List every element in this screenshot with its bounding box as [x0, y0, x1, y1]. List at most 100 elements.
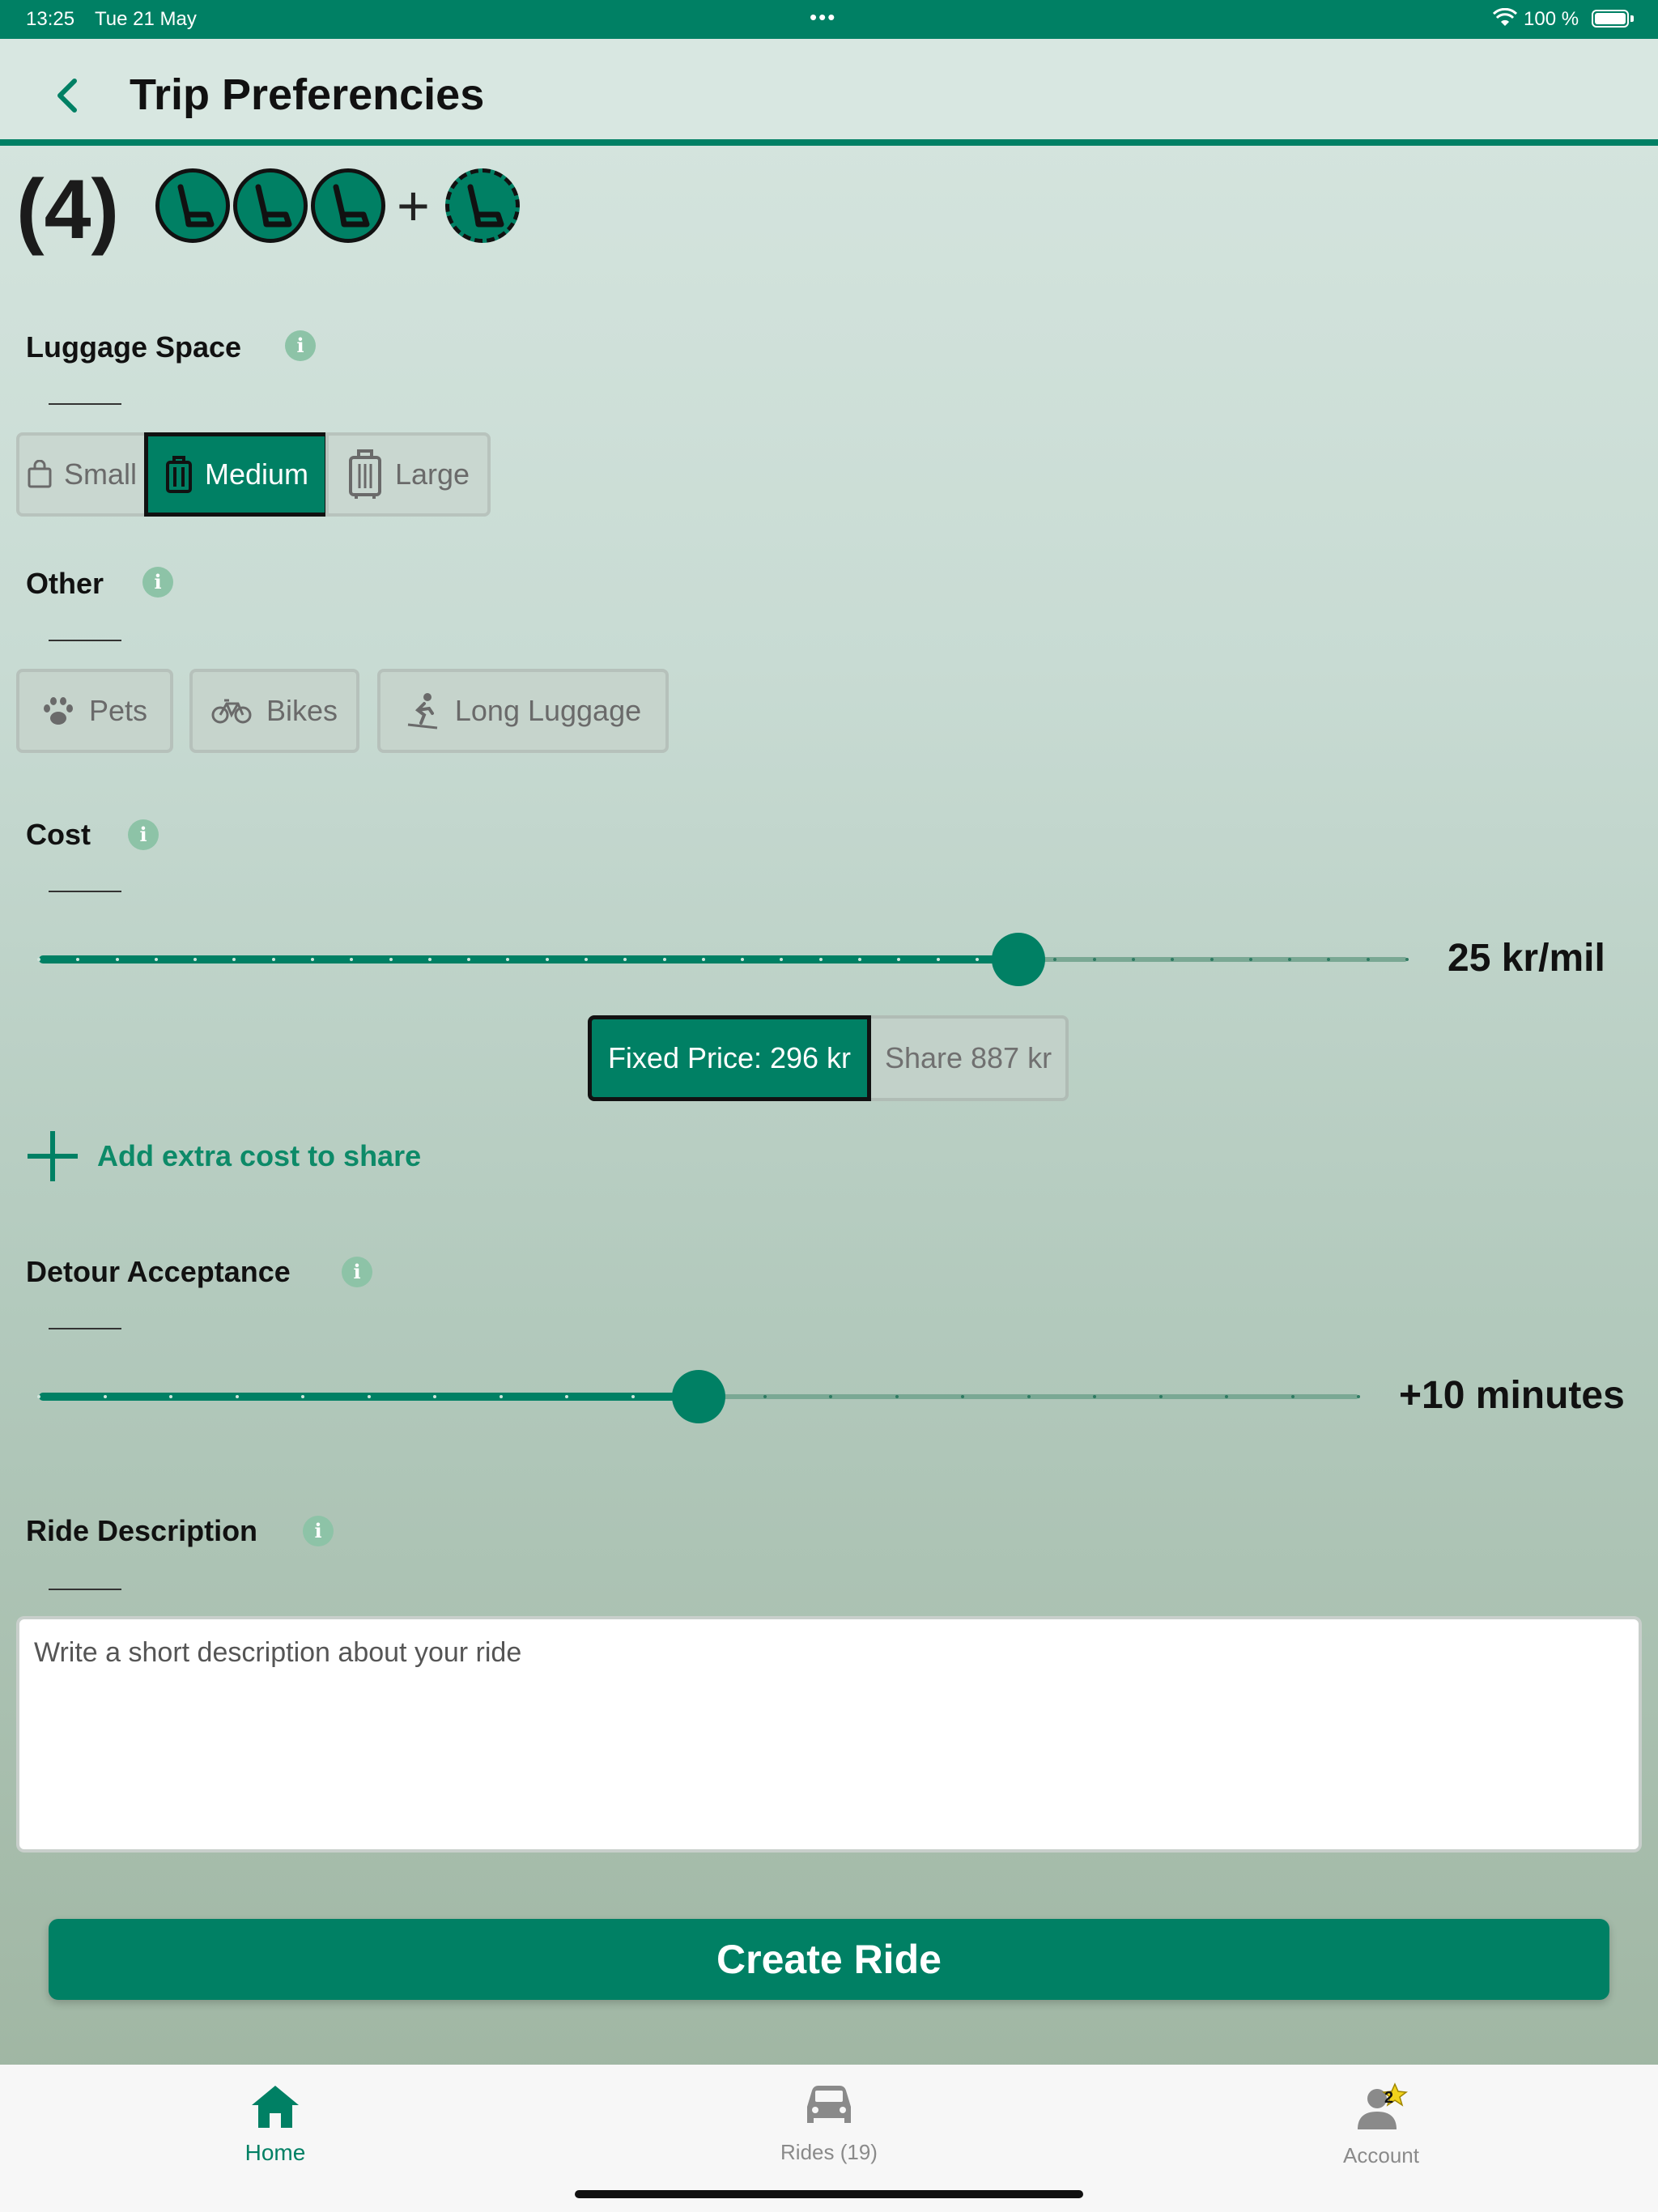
seat-plus-sign: + [397, 174, 430, 237]
luggage-small-button[interactable]: Small [16, 432, 147, 517]
status-bar: 13:25 Tue 21 May ••• 100 % [0, 0, 1658, 39]
slider-tick [433, 1395, 436, 1398]
slider-tick [1171, 958, 1174, 961]
slider-tick [389, 958, 393, 961]
bike-icon [211, 699, 252, 724]
account-badge-count: 2 [1384, 2089, 1394, 2107]
slider-tick [819, 958, 823, 961]
tab-rides[interactable]: Rides (19) [708, 2082, 950, 2180]
slider-tick [37, 958, 40, 961]
slider-tick [1225, 1395, 1228, 1398]
tab-home-label: Home [244, 2140, 306, 2165]
slider-tick [236, 1395, 239, 1398]
slider-tick [193, 958, 197, 961]
skier-icon [407, 693, 438, 730]
back-chevron-icon[interactable] [47, 71, 87, 120]
slider-tick [937, 958, 940, 961]
seat-icon[interactable] [233, 168, 308, 243]
share-option[interactable]: Share 887 kr [871, 1015, 1069, 1101]
create-ride-button[interactable]: Create Ride [49, 1919, 1609, 2000]
slider-tick [1132, 958, 1135, 961]
slider-tick [1288, 958, 1291, 961]
tab-home[interactable]: Home [154, 2082, 397, 2180]
slider-tick [546, 958, 549, 961]
pets-chip[interactable]: Pets [16, 669, 173, 753]
slider-tick [976, 958, 979, 961]
slider-tick [500, 1395, 503, 1398]
slider-tick [272, 958, 275, 961]
battery-percentage: 100 % [1524, 8, 1579, 30]
tab-account-label: Account [1343, 2143, 1419, 2167]
extra-seat-icon[interactable] [445, 168, 520, 243]
status-date: Tue 21 May [95, 8, 197, 30]
slider-tick [368, 1395, 371, 1398]
slider-tick [585, 958, 588, 961]
cost-info-icon[interactable]: i [128, 819, 159, 850]
slider-tick [1210, 958, 1214, 961]
slider-tick [467, 958, 470, 961]
detour-slider[interactable] [37, 1368, 1360, 1425]
home-indicator [575, 2190, 1083, 2198]
pets-label: Pets [88, 694, 148, 727]
large-suitcase-icon [348, 449, 381, 499]
slider-tick [897, 958, 900, 961]
slider-tick [301, 1395, 304, 1398]
slider-tick [565, 1395, 568, 1398]
other-label: Other [26, 567, 104, 600]
wifi-icon [1492, 7, 1518, 33]
luggage-medium-label: Medium [204, 457, 309, 491]
tab-account[interactable]: Account [1260, 2082, 1503, 2180]
bikes-chip[interactable]: Bikes [189, 669, 359, 753]
seat-icon[interactable] [311, 168, 385, 243]
price-mode-toggle: Fixed Price: 296 kr Share 887 kr [588, 1015, 1069, 1101]
long-luggage-chip[interactable]: Long Luggage [377, 669, 669, 753]
add-extra-cost-button[interactable]: Add extra cost to share [28, 1130, 421, 1182]
slider-tick [702, 958, 705, 961]
luggage-large-button[interactable]: Large [325, 432, 491, 517]
slider-tick [631, 1395, 635, 1398]
slider-tick [1093, 1395, 1096, 1398]
luggage-info-icon[interactable]: i [285, 330, 316, 361]
slider-tick [1249, 958, 1252, 961]
slider-tick [1327, 958, 1330, 961]
luggage-space-label: Luggage Space [26, 330, 242, 364]
slider-tick [37, 1395, 40, 1398]
seat-count: (4) [16, 163, 120, 257]
cost-value: 25 kr/mil [1448, 937, 1605, 980]
slider-tick [1367, 958, 1370, 961]
tab-rides-label: Rides (19) [780, 2140, 878, 2164]
slider-tick [311, 958, 314, 961]
ride-description-input[interactable] [16, 1616, 1642, 1853]
luggage-medium-button[interactable]: Medium [144, 432, 329, 517]
slider-tick [1027, 1395, 1031, 1398]
fixed-price-option[interactable]: Fixed Price: 296 kr [588, 1015, 871, 1101]
multitasking-dots-icon[interactable]: ••• [810, 5, 836, 30]
cost-slider[interactable] [37, 931, 1409, 988]
slider-tick [155, 958, 158, 961]
seat-icon[interactable] [155, 168, 230, 243]
detour-info-icon[interactable]: i [342, 1257, 372, 1287]
detour-label: Detour Acceptance [26, 1255, 291, 1288]
slider-tick [232, 958, 236, 961]
detour-value: +10 minutes [1399, 1374, 1625, 1417]
slider-tick [1053, 958, 1056, 961]
slider-tick [829, 1395, 832, 1398]
slider-tick [961, 1395, 964, 1398]
luggage-small-label: Small [63, 457, 138, 491]
nav-header: Trip Preferencies [0, 39, 1658, 146]
bikes-label: Bikes [266, 694, 338, 727]
account-icon [1358, 2082, 1408, 2129]
slider-tick [623, 958, 627, 961]
paw-icon [43, 697, 73, 725]
car-icon [807, 2086, 851, 2123]
slider-thumb[interactable] [992, 933, 1045, 986]
slider-tick [858, 958, 861, 961]
ride-description-info-icon[interactable]: i [303, 1516, 334, 1546]
slider-thumb[interactable] [672, 1370, 725, 1423]
other-info-icon[interactable]: i [142, 567, 173, 598]
slider-fill [39, 955, 1018, 963]
ride-description-label: Ride Description [26, 1514, 258, 1547]
slider-tick [350, 958, 353, 961]
slider-tick [763, 1395, 767, 1398]
home-icon [252, 2086, 299, 2128]
